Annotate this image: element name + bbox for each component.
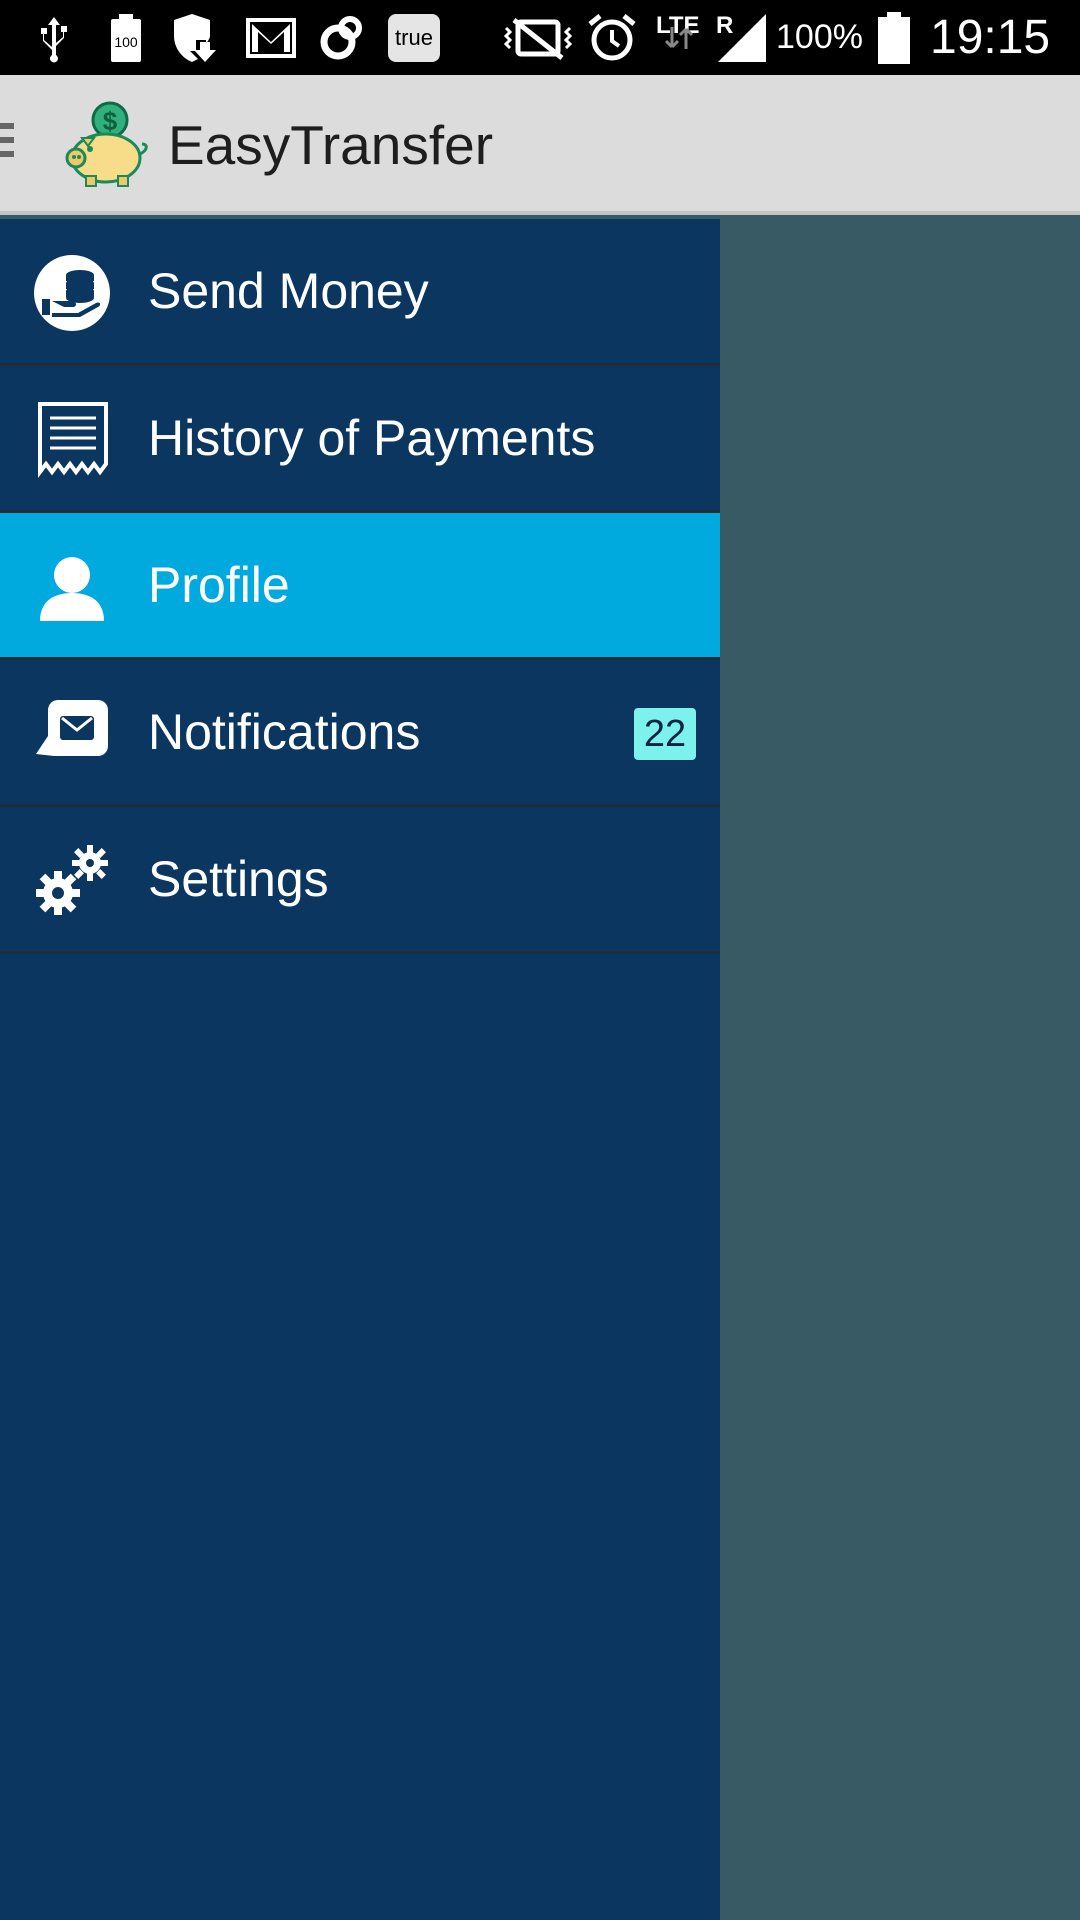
piggy-bank-dollar-icon[interactable]: $: [62, 100, 152, 190]
person-icon: [34, 549, 110, 625]
logo-symbol: $: [103, 106, 118, 136]
battery-percent: 100%: [776, 18, 863, 56]
battery-icon: [876, 0, 912, 75]
drawer-item-label: Settings: [148, 851, 329, 907]
drawer-item-send-money[interactable]: Send Money: [0, 219, 720, 366]
shield-update-icon: [168, 0, 224, 75]
coins-hand-icon: [34, 255, 110, 331]
sync-icon: [318, 0, 366, 75]
drawer-item-profile[interactable]: Profile: [0, 513, 720, 660]
vibrate-icon: [502, 0, 574, 75]
receipt-icon: [34, 402, 110, 478]
envelope-chat-icon: [34, 696, 110, 772]
drawer-item-label: Notifications: [148, 704, 421, 760]
clock: 19:15: [930, 11, 1051, 64]
battery-badge-text: 100: [114, 34, 138, 50]
drawer-item-label: Profile: [148, 557, 290, 613]
navigation-drawer: Send Money History of Payments Profile N…: [0, 219, 720, 1920]
content-scrim[interactable]: [720, 219, 1080, 1920]
signal-icon: [716, 0, 768, 75]
action-bar: $ EasyTransfer: [0, 75, 1080, 215]
lte-arrows-icon: [660, 18, 700, 58]
notification-count-badge: 22: [634, 708, 696, 760]
drawer-toggle-icon[interactable]: [0, 123, 16, 167]
drawer-item-label: Send Money: [148, 263, 429, 319]
status-bar: 100 true LTE R 100% 19:15: [0, 0, 1080, 75]
app-title: EasyTransfer: [168, 114, 494, 176]
gears-icon: [34, 843, 110, 919]
usb-icon: [34, 0, 74, 75]
true-badge-text: true: [388, 13, 440, 62]
gmail-icon: [246, 0, 296, 75]
drawer-item-history-of-payments[interactable]: History of Payments: [0, 366, 720, 513]
drawer-item-settings[interactable]: Settings: [0, 807, 720, 954]
alarm-icon: [586, 0, 638, 75]
battery-100-icon: 100: [106, 0, 146, 75]
drawer-item-label: History of Payments: [148, 410, 596, 466]
drawer-item-notifications[interactable]: Notifications 22: [0, 660, 720, 807]
true-app-icon: true: [388, 0, 440, 75]
